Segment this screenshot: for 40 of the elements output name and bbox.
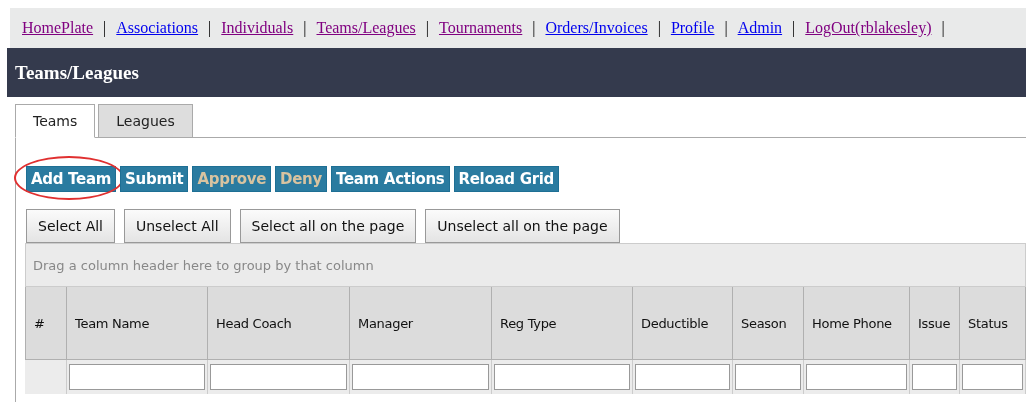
separator: | (532, 19, 536, 37)
select-button[interactable]: Unselect All (124, 209, 231, 243)
column-header[interactable]: Manager (350, 287, 492, 360)
nav-link[interactable]: Profile (670, 19, 715, 37)
separator: | (208, 19, 212, 37)
nav-link[interactable]: Associations (116, 19, 199, 37)
nav-link[interactable]: Tournaments (438, 19, 523, 37)
column-header[interactable]: Deductible (633, 287, 733, 360)
nav-link[interactable]: LogOut(rblakesley) (805, 19, 932, 37)
column-header[interactable]: Status (960, 287, 1026, 360)
tab[interactable]: Teams (15, 104, 96, 138)
nav-link[interactable]: Orders/Invoices (545, 19, 648, 37)
tab[interactable]: Leagues (98, 104, 193, 138)
separator: | (103, 19, 107, 37)
separator: | (425, 19, 429, 37)
select-button[interactable]: Unselect all on the page (425, 209, 620, 243)
action-button[interactable]: Add Team (26, 166, 117, 192)
nav-link[interactable]: Teams/Leagues (316, 19, 416, 37)
column-header[interactable]: # (25, 287, 67, 360)
column-header[interactable]: Team Name (67, 287, 208, 360)
separator: | (724, 19, 728, 37)
action-button[interactable]: Submit (120, 166, 189, 192)
separator: | (657, 19, 661, 37)
column-header[interactable]: Season (733, 287, 804, 360)
select-button[interactable]: Select All (26, 209, 115, 243)
column-header[interactable]: Head Coach (208, 287, 350, 360)
select-button[interactable]: Select all on the page (239, 209, 417, 243)
group-hint: Drag a column header here to group by that column (33, 257, 374, 273)
separator: | (941, 19, 945, 37)
action-button[interactable]: Reload Grid (453, 166, 560, 192)
column-header[interactable]: Home Phone (804, 287, 910, 360)
nav-link[interactable]: HomePlate (22, 19, 94, 37)
page-title: Teams/Leagues (15, 61, 139, 84)
column-header[interactable]: Reg Type (492, 287, 633, 360)
nav-link[interactable]: Admin (737, 19, 783, 37)
nav-link[interactable]: Individuals (221, 19, 294, 37)
action-button[interactable]: Team Actions (331, 166, 450, 192)
separator: | (792, 19, 796, 37)
separator: | (303, 19, 307, 37)
column-header[interactable]: Issue (910, 287, 960, 360)
